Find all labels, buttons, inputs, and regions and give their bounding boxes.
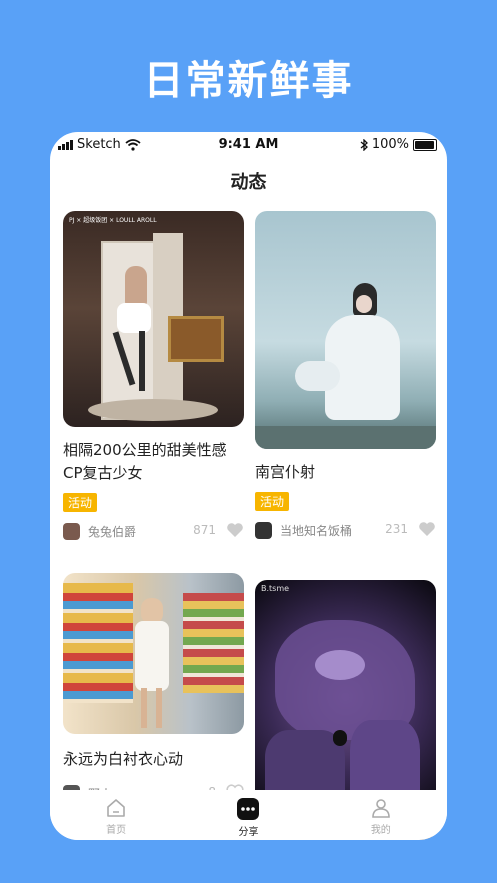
post-card[interactable]: 南宫仆射 活动 当地知名饭桶 231 <box>255 211 436 540</box>
author-name[interactable]: 当地知名饭桶 <box>280 522 352 539</box>
share-icon <box>237 798 260 820</box>
post-image[interactable]: PJ × 超级饭团 × LOULL AROLL <box>63 211 244 427</box>
tab-profile-label: 我的 <box>370 825 391 836</box>
author-name[interactable]: 兔兔伯爵 <box>88 523 136 540</box>
avatar[interactable] <box>63 522 80 540</box>
phone-screen: Sketch 9:41 AM 100% 动态 PJ × 超级饭团 × LOULL… <box>50 132 447 840</box>
status-bar: Sketch 9:41 AM 100% <box>50 132 447 158</box>
like-count: 231 <box>385 522 408 536</box>
activity-badge: 活动 <box>63 493 98 512</box>
post-title[interactable]: 南宫仆射 <box>255 461 436 484</box>
home-icon <box>107 799 125 817</box>
battery-icon <box>413 138 437 151</box>
page-title: 动态 <box>230 172 267 193</box>
tab-bar: 首页 分享 我的 <box>50 790 447 840</box>
brand-logo: PJ × 超级饭团 × LOULL AROLL <box>69 217 157 224</box>
battery-percent: 100% <box>371 137 409 152</box>
heart-icon[interactable] <box>226 522 244 538</box>
brand-logo: B.tsme <box>261 584 290 593</box>
post-title[interactable]: 永远为白衬衣心动 <box>63 748 244 771</box>
like-count: 871 <box>193 523 216 537</box>
avatar[interactable] <box>255 521 272 539</box>
headline: 日常新鲜事 <box>143 58 354 104</box>
activity-badge: 活动 <box>255 492 290 511</box>
post-title[interactable]: 相隔200公里的甜美性感CP复古少女 <box>63 439 244 485</box>
bluetooth-icon <box>360 138 368 151</box>
post-card[interactable]: 永远为白衬衣心动 野火 8 <box>63 573 244 803</box>
post-image[interactable] <box>255 211 436 449</box>
profile-icon <box>372 799 390 818</box>
tab-share-label: 分享 <box>238 827 259 838</box>
heart-icon[interactable] <box>418 521 436 537</box>
tab-profile[interactable]: 我的 <box>315 790 447 840</box>
tab-home-label: 首页 <box>106 825 127 836</box>
post-card[interactable]: PJ × 超级饭团 × LOULL AROLL 相隔200公里的甜美性感CP复古… <box>63 211 244 541</box>
tab-share[interactable]: 分享 <box>182 790 314 840</box>
tab-home[interactable]: 首页 <box>50 790 182 840</box>
post-image[interactable] <box>63 573 244 734</box>
